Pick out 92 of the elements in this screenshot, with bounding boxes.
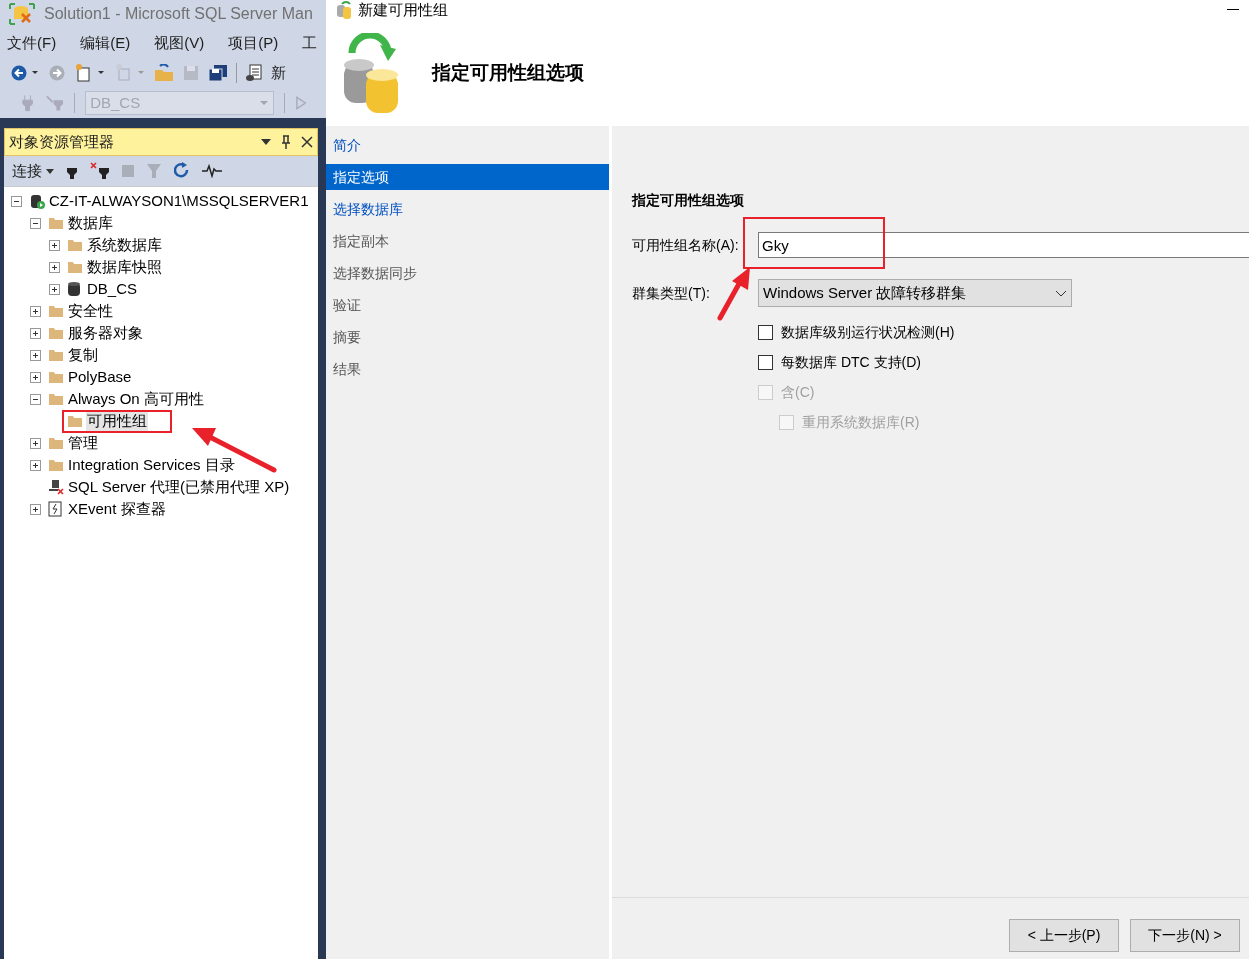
tree-item[interactable]: 安全性 [67,299,114,323]
open-folder-icon[interactable] [154,64,174,82]
server-icon [29,193,45,209]
minimize-icon[interactable] [1227,9,1239,11]
collapse-icon[interactable] [30,393,41,405]
nav-item[interactable]: 验证 [326,292,609,318]
folder-icon [48,216,64,230]
tree-item[interactable]: SQL Server 代理(已禁用代理 XP) [67,475,291,499]
chevron-down-icon [1055,289,1067,297]
tree-item[interactable]: 管理 [67,431,99,455]
toolbar-label[interactable]: 新 [271,61,286,85]
expand-icon[interactable] [49,261,60,273]
expand-icon[interactable] [30,371,41,383]
checkbox-label: 每数据库 DTC 支持(D) [781,352,921,372]
nav-item[interactable]: 摘要 [326,324,609,350]
tree-item[interactable]: 服务器对象 [67,321,144,345]
next-button[interactable]: 下一步(N) > [1130,919,1240,952]
window-title: Solution1 - Microsoft SQL Server Man [44,4,313,24]
expand-icon[interactable] [30,459,41,471]
nav-item[interactable]: 指定选项 [326,164,609,190]
menu-item[interactable]: 文件(F) [7,31,57,55]
refresh-icon[interactable] [174,162,190,180]
tree-item[interactable]: 数据库 [67,211,114,235]
nav-item[interactable]: 选择数据库 [326,196,609,222]
nav-item[interactable]: 指定副本 [326,228,609,254]
pin-icon[interactable] [281,135,291,149]
cluster-type-dropdown[interactable]: Windows Server 故障转移群集 [758,279,1072,307]
caret-icon [258,100,269,106]
close-icon[interactable] [301,136,313,148]
app-logo-icon [8,2,36,26]
collapse-icon[interactable] [11,195,22,207]
checkbox[interactable] [758,354,773,370]
tree-item[interactable]: Integration Services 目录 [67,453,236,477]
nav-item[interactable]: 选择数据同步 [326,260,609,286]
checkbox-label: 数据库级别运行状况检测(H) [781,322,955,342]
tree-item[interactable]: DB_CS [86,277,139,301]
back-icon[interactable] [10,64,40,82]
xevent-icon [48,501,62,517]
tree-item[interactable]: XEvent 探查器 [67,497,167,521]
menu-item[interactable]: 工 [302,31,318,55]
expand-icon[interactable] [30,349,41,361]
nav-item[interactable]: 结果 [326,356,609,382]
disconnect-icon[interactable] [90,162,110,180]
folder-icon [67,414,83,428]
folder-icon [67,260,83,274]
checkbox-label: 重用系统数据库(R) [802,412,920,432]
folder-icon [67,238,83,252]
caret-icon [46,168,54,174]
menu-item[interactable]: 项目(P) [228,31,279,55]
folder-icon [48,392,64,406]
dialog-icon [336,1,354,19]
back-button[interactable]: < 上一步(P) [1009,919,1119,952]
tree-item[interactable]: PolyBase [67,365,133,389]
menu-item[interactable]: 视图(V) [154,31,205,55]
agent-disabled-icon [48,479,64,495]
tree-item[interactable]: Always On 高可用性 [67,387,205,411]
folder-icon [48,326,64,340]
expand-icon[interactable] [30,437,41,449]
expand-icon[interactable] [30,305,41,317]
dialog-title: 新建可用性组 [358,0,448,20]
tree-item[interactable]: 数据库快照 [86,255,163,279]
folder-icon [48,348,64,362]
new-query-icon[interactable] [245,64,263,82]
folder-icon [48,370,64,384]
tree-item[interactable]: 复制 [67,343,99,367]
connect-button[interactable]: 连接 [12,159,54,183]
field-label: 群集类型(T): [632,283,711,303]
menu-item[interactable]: 编辑(E) [80,31,131,55]
activity-icon[interactable] [202,164,222,178]
name-input-field[interactable]: Gky [758,232,1249,258]
tree-item[interactable]: CZ-IT-ALWAYSON1\MSSQLSERVER1 [48,189,310,213]
field-label: 可用性组名称(A): [632,235,740,255]
expand-icon[interactable] [30,503,41,515]
expand-icon[interactable] [49,239,60,251]
database-icon [67,281,81,297]
save-all-icon[interactable] [208,64,228,82]
folder-icon [48,304,64,318]
section-title: 指定可用性组选项 [632,191,745,210]
folder-icon [48,436,64,450]
tree-item[interactable]: 系统数据库 [86,233,163,257]
folder-icon [48,458,64,472]
collapse-icon[interactable] [30,217,41,229]
expand-icon[interactable] [49,283,60,295]
new-project-icon[interactable] [74,63,106,83]
arrow [716,266,752,322]
dropdown-icon[interactable] [261,139,271,145]
expand-icon[interactable] [30,327,41,339]
nav-item[interactable]: 简介 [326,132,609,158]
panel-title: 对象资源管理器 [9,131,114,152]
checkbox-label: 含(C) [781,382,815,402]
checkbox[interactable] [758,324,773,340]
page-heading: 指定可用性组选项 [432,60,584,85]
